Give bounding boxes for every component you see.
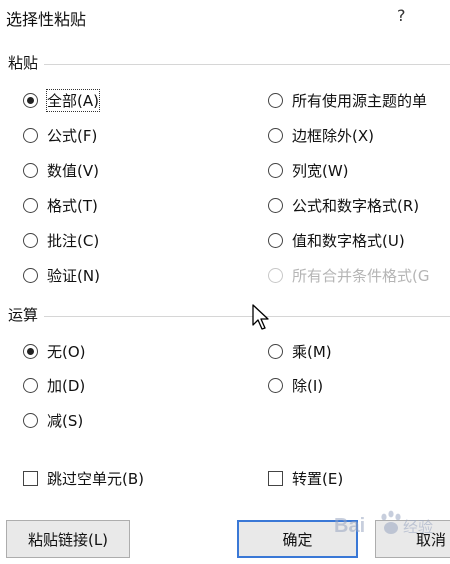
radio-button-icon: [23, 343, 38, 359]
radio-operation-add[interactable]: 加(D): [23, 373, 85, 397]
checkbox-label: 转置(E): [292, 469, 344, 488]
radio-paste-values[interactable]: 数值(V): [23, 158, 99, 182]
radio-paste-comments[interactable]: 批注(C): [23, 228, 99, 252]
radio-button-icon: [268, 127, 283, 143]
radio-paste-formats[interactable]: 格式(T): [23, 193, 98, 217]
operation-section-title: 运算: [8, 306, 39, 324]
radio-label: 所有使用源主题的单: [292, 91, 428, 110]
radio-label: 公式(F): [47, 126, 98, 145]
help-button[interactable]: ?: [397, 6, 406, 25]
radio-button-icon: [268, 197, 283, 213]
radio-paste-values-number-formats[interactable]: 值和数字格式(U): [268, 228, 405, 252]
radio-label: 格式(T): [47, 196, 98, 215]
radio-button-icon: [23, 127, 38, 143]
checkbox-label: 跳过空单元(B): [47, 469, 144, 488]
radio-label: 数值(V): [47, 161, 99, 180]
checkbox-icon: [23, 470, 38, 486]
checkbox-icon: [268, 470, 283, 486]
radio-label: 加(D): [47, 376, 86, 395]
radio-label: 批注(C): [47, 231, 100, 250]
radio-button-icon: [23, 232, 38, 248]
paste-section-title: 粘贴: [8, 54, 39, 72]
radio-button-icon: [23, 267, 38, 283]
svg-text:经验: 经验: [403, 518, 433, 536]
radio-button-icon: [268, 162, 283, 178]
radio-operation-multiply[interactable]: 乘(M): [268, 339, 332, 363]
paste-section-separator: [44, 64, 450, 65]
radio-label: 值和数字格式(U): [292, 231, 405, 250]
radio-button-icon: [268, 343, 283, 359]
radio-paste-formulas-number-formats[interactable]: 公式和数字格式(R): [268, 193, 419, 217]
radio-paste-all[interactable]: 全部(A): [23, 88, 100, 112]
radio-paste-formulas[interactable]: 公式(F): [23, 123, 97, 147]
radio-button-icon: [268, 267, 283, 283]
mouse-pointer-icon: [252, 304, 269, 330]
radio-operation-subtract[interactable]: 减(S): [23, 408, 83, 432]
radio-button-icon: [23, 412, 38, 428]
checkbox-transpose[interactable]: 转置(E): [268, 466, 343, 490]
svg-text:Bai: Bai: [334, 515, 365, 537]
radio-button-icon: [268, 377, 283, 393]
radio-paste-all-source-theme[interactable]: 所有使用源主题的单: [268, 88, 427, 112]
dialog-title: 选择性粘贴: [6, 10, 87, 29]
radio-operation-none[interactable]: 无(O): [23, 339, 86, 363]
baidu-jingyan-watermark-logo: Bai 经验: [334, 510, 433, 537]
operation-section-separator: [44, 316, 450, 317]
radio-button-icon: [23, 377, 38, 393]
radio-button-icon: [23, 92, 38, 108]
radio-label: 所有合并条件格式(G: [292, 266, 430, 285]
radio-button-icon: [268, 92, 283, 108]
radio-label: 列宽(W): [292, 161, 349, 180]
radio-label: 公式和数字格式(R): [292, 196, 420, 215]
radio-paste-column-widths[interactable]: 列宽(W): [268, 158, 349, 182]
radio-label: 除(I): [292, 376, 324, 395]
radio-label: 验证(N): [47, 266, 100, 285]
radio-button-icon: [23, 197, 38, 213]
checkbox-skip-blanks[interactable]: 跳过空单元(B): [23, 466, 144, 490]
radio-operation-divide[interactable]: 除(I): [268, 373, 323, 397]
dialog-titlebar: 选择性粘贴 ?: [0, 0, 450, 36]
radio-button-icon: [23, 162, 38, 178]
radio-label: 减(S): [47, 411, 84, 430]
radio-label: 乘(M): [292, 342, 332, 361]
radio-label: 无(O): [47, 342, 86, 361]
radio-paste-except-borders[interactable]: 边框除外(X): [268, 123, 374, 147]
radio-paste-validation[interactable]: 验证(N): [23, 263, 100, 287]
radio-label: 边框除外(X): [292, 126, 374, 145]
radio-label: 全部(A): [46, 88, 100, 112]
radio-button-icon: [268, 232, 283, 248]
paste-link-button[interactable]: 粘贴链接(L): [6, 520, 130, 558]
radio-paste-merge-conditional-formats: 所有合并条件格式(G: [268, 263, 429, 287]
